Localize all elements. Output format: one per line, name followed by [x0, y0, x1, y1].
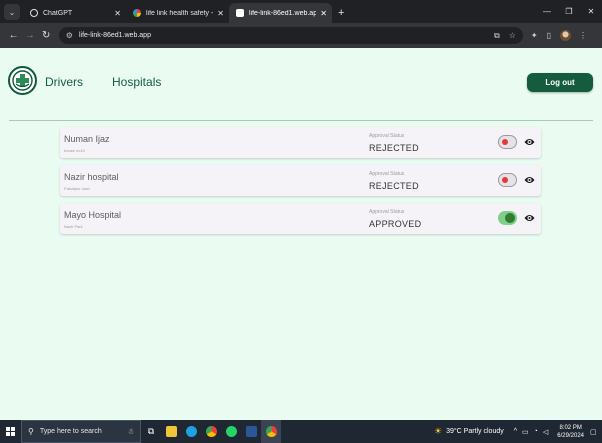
browser-tab-strip: ⌄ ChatGPT ✕ life link health safety - Go… [0, 0, 602, 23]
url-text: life-link-86ed1.web.app [78, 32, 151, 39]
new-tab-plus-icon[interactable]: + [338, 7, 344, 19]
hospital-name: Mayo Hospital [64, 210, 122, 220]
chrome-icon[interactable] [201, 420, 221, 443]
approval-toggle[interactable] [498, 211, 517, 225]
approval-toggle[interactable] [498, 135, 517, 149]
profile-avatar[interactable] [560, 30, 572, 41]
logout-button[interactable]: Log out [527, 73, 593, 92]
file-explorer-icon[interactable] [161, 420, 181, 443]
volume-icon[interactable]: ◁ [543, 428, 548, 436]
tab-title: life-link-86ed1.web.app [249, 9, 317, 17]
hospital-address: Faisalpur road [64, 186, 90, 191]
browser-toolbar: ← → ↻ ⚙ life-link-86ed1.web.app ⧉ ☆ ✦ ▯ … [0, 23, 602, 48]
taskbar-clock[interactable]: 8:02 PM 6/29/2024 [557, 424, 584, 440]
restore-icon[interactable]: ❐ [558, 7, 580, 16]
view-details-eye-icon[interactable] [524, 175, 535, 185]
forward-arrow-icon[interactable]: → [22, 30, 37, 41]
system-tray: ☀ 39°C Partly cloudy ^ ▭ ◔ ◁ 8:02 PM 6/2… [434, 420, 602, 443]
hospital-card: Mayo Hospital Nazir Park Approval Status… [60, 203, 541, 234]
reload-icon[interactable]: ↻ [39, 30, 54, 41]
search-highlight-icon: ☃ [127, 428, 134, 436]
life-link-logo[interactable] [8, 66, 37, 95]
search-placeholder: Type here to search [39, 428, 102, 435]
approval-status-value: REJECTED [369, 181, 419, 191]
nav-hospitals-link[interactable]: Hospitals [112, 75, 161, 89]
hospital-address: house no10 [64, 148, 85, 153]
tab-chatgpt[interactable]: ChatGPT ✕ [23, 3, 126, 23]
weather-text[interactable]: 39°C Partly cloudy [446, 428, 504, 435]
hospital-address: Nazir Park [64, 224, 83, 229]
close-tab-icon[interactable]: ✕ [320, 9, 327, 18]
bookmark-star-icon[interactable]: ☆ [509, 31, 516, 40]
approval-status-label: Approval Status [369, 133, 405, 139]
whatsapp-icon[interactable] [221, 420, 241, 443]
close-window-icon[interactable]: ✕ [580, 7, 602, 16]
approval-status-value: REJECTED [369, 143, 419, 153]
search-icon: ⚲ [28, 427, 34, 436]
tab-life-link[interactable]: life-link-86ed1.web.app ✕ [229, 3, 332, 23]
sidebar-panel-icon[interactable]: ▯ [547, 31, 551, 40]
view-details-eye-icon[interactable] [524, 137, 535, 147]
tab-search-menu-button[interactable]: ⌄ [4, 4, 20, 20]
task-view-icon[interactable]: ⧉ [141, 420, 161, 443]
hospital-name: Nazir hospital [64, 172, 119, 182]
approval-status-label: Approval Status [369, 171, 405, 177]
notifications-icon[interactable]: ▢ [590, 428, 598, 436]
close-tab-icon[interactable]: ✕ [114, 9, 121, 18]
approval-toggle[interactable] [498, 173, 517, 187]
taskbar-search[interactable]: ⚲ Type here to search ☃ [21, 420, 141, 443]
windows-taskbar: ⚲ Type here to search ☃ ⧉ ☀ 39°C Partly … [0, 420, 602, 443]
network-icon[interactable]: ◔ [534, 428, 538, 435]
medical-cross-icon [12, 70, 33, 91]
site-settings-icon[interactable]: ⚙ [66, 31, 73, 40]
chrome-active-icon[interactable] [261, 420, 281, 443]
back-arrow-icon[interactable]: ← [6, 30, 21, 41]
hospital-card: Nazir hospital Faisalpur road Approval S… [60, 165, 541, 196]
edge-browser-icon[interactable] [181, 420, 201, 443]
hospital-card: Numan Ijaz house no10 Approval Status RE… [60, 127, 541, 158]
tab-google-search[interactable]: life link health safety - Google ✕ [126, 3, 229, 23]
toggle-knob [505, 213, 515, 223]
toggle-knob [502, 139, 508, 145]
close-tab-icon[interactable]: ✕ [217, 9, 224, 18]
windows-logo-icon [5, 427, 15, 436]
chatgpt-favicon-icon [30, 9, 38, 17]
word-icon[interactable] [241, 420, 261, 443]
google-favicon-icon [133, 9, 141, 17]
address-bar[interactable]: ⚙ life-link-86ed1.web.app ⧉ ☆ [58, 27, 523, 44]
flutter-favicon-icon [236, 9, 244, 17]
tab-title: life link health safety - Google [146, 9, 214, 17]
approval-status-label: Approval Status [369, 209, 405, 215]
life-link-app: Drivers Hospitals Log out Numan Ijaz hou… [0, 48, 602, 420]
view-details-eye-icon[interactable] [524, 213, 535, 223]
approval-status-value: APPROVED [369, 219, 422, 229]
window-controls: — ❐ ✕ [536, 0, 602, 23]
clock-date: 6/29/2024 [557, 432, 584, 439]
toggle-knob [502, 177, 508, 183]
partly-cloudy-icon: ☀ [434, 426, 443, 436]
clock-time: 8:02 PM [559, 424, 582, 431]
show-hidden-icons-chevron-icon[interactable]: ^ [514, 428, 517, 435]
hospital-name: Numan Ijaz [64, 134, 110, 144]
minimize-icon[interactable]: — [536, 7, 558, 16]
tab-title: ChatGPT [43, 9, 73, 17]
extensions-puzzle-icon[interactable]: ✦ [531, 31, 538, 40]
install-app-icon[interactable]: ⧉ [494, 31, 500, 41]
header-divider [9, 120, 593, 121]
start-button[interactable] [0, 420, 20, 443]
battery-icon[interactable]: ▭ [522, 428, 529, 436]
browser-menu-icon[interactable]: ⋮ [579, 31, 587, 40]
nav-drivers-link[interactable]: Drivers [45, 75, 83, 89]
